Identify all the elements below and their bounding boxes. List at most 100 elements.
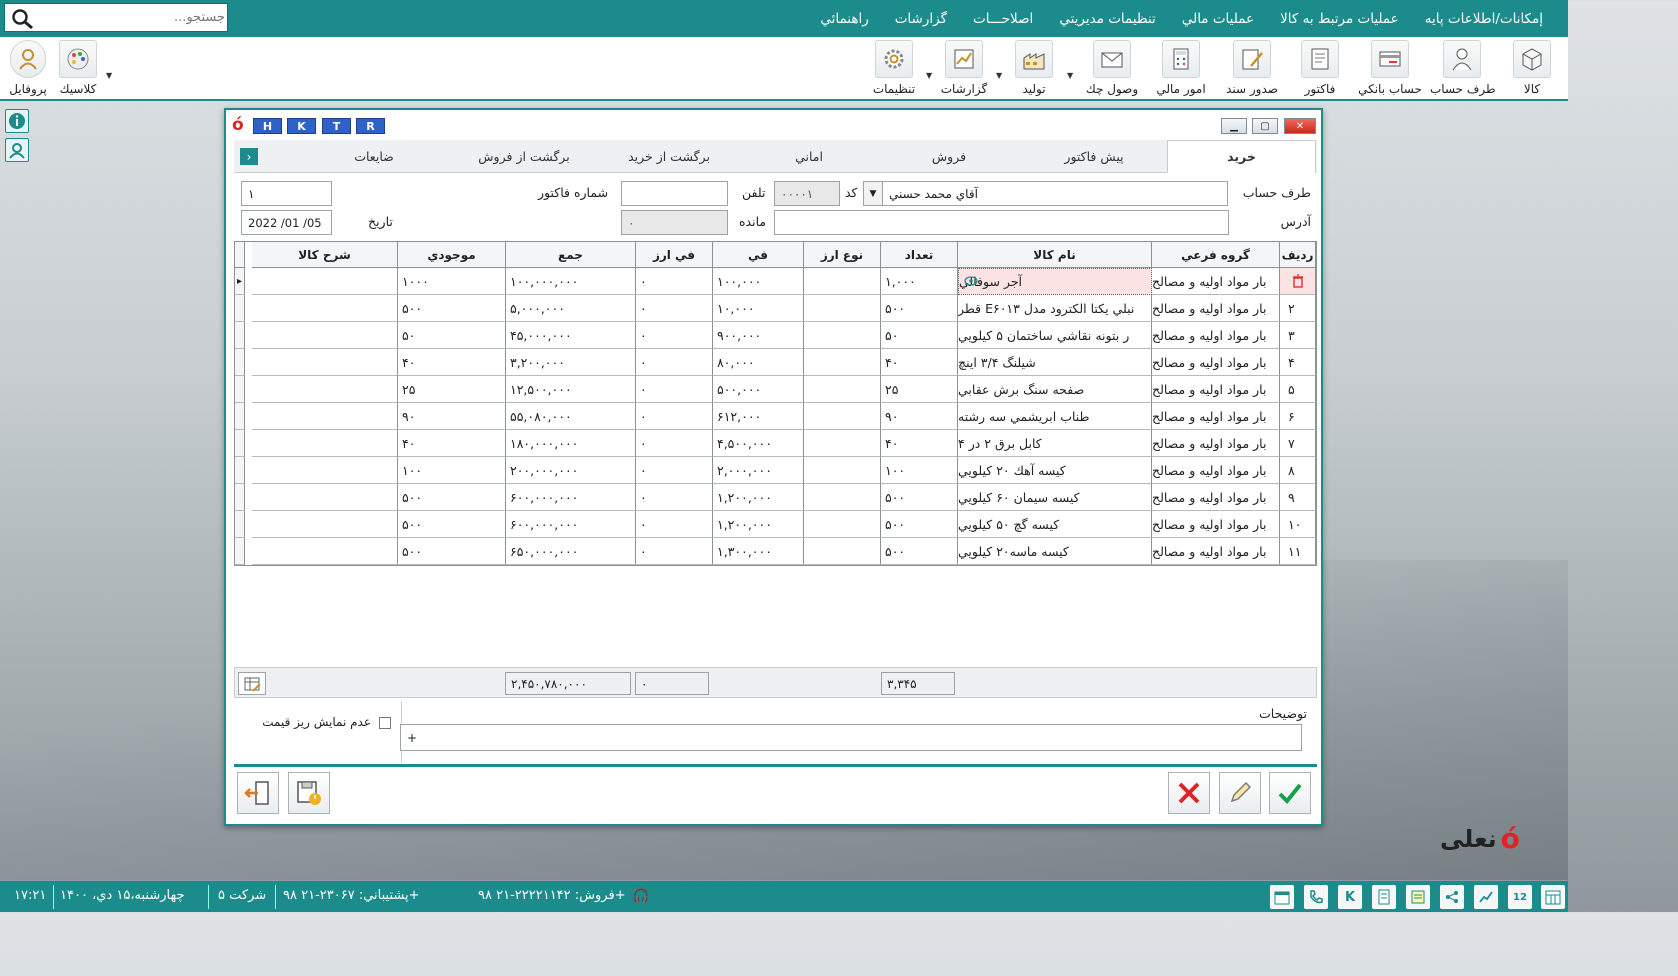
address-field[interactable]	[774, 210, 1229, 235]
cell-desc[interactable]	[252, 403, 398, 430]
menu-basic-info[interactable]: إمكانات/اطلاعات پايه	[1412, 11, 1556, 27]
cell-subgroup[interactable]: بار مواد اوليه و مصالح	[1152, 322, 1280, 349]
tab-sales-return[interactable]: برگشت از فروش	[454, 140, 594, 173]
cell-desc[interactable]	[252, 511, 398, 538]
menu-corrections[interactable]: اصلاحـــات	[960, 11, 1046, 27]
toolbar-account-button[interactable]: طرف حساب	[1430, 40, 1496, 96]
cell-stock[interactable]: ۵۰۰	[398, 295, 506, 322]
calendar-12-icon[interactable]: 12	[1508, 885, 1532, 909]
cell-currency[interactable]	[804, 403, 881, 430]
grid-settings-button[interactable]	[238, 672, 266, 695]
cell-currency[interactable]	[804, 349, 881, 376]
cell-desc[interactable]	[252, 430, 398, 457]
cell-desc[interactable]	[252, 295, 398, 322]
menu-goods-ops[interactable]: عمليات مرتبط به كالا	[1267, 11, 1412, 27]
cell-subgroup[interactable]: بار مواد اوليه و مصالح	[1152, 484, 1280, 511]
row-selector[interactable]	[235, 430, 245, 457]
cell-item-name[interactable]: طناب ابريشمي سه رشته	[958, 403, 1152, 430]
save-draft-button[interactable]	[288, 772, 330, 814]
cell-sum[interactable]: ۳,۲۰۰,۰۰۰	[506, 349, 636, 376]
calculator-icon[interactable]	[1372, 885, 1396, 909]
cell-row[interactable]: ۶	[1280, 403, 1316, 430]
cell-fx-price[interactable]: ۰	[636, 457, 713, 484]
menu-admin-settings[interactable]: تنظيمات مديريتي	[1046, 11, 1169, 27]
cell-row[interactable]: ۸	[1280, 457, 1316, 484]
cell-desc[interactable]	[252, 322, 398, 349]
hotkey-r-button[interactable]: R	[356, 118, 385, 134]
col-stock[interactable]: موجودي	[398, 242, 506, 268]
cell-qty[interactable]: ۴۰	[881, 349, 958, 376]
account-dropdown-button[interactable]: ▼	[863, 181, 883, 206]
cell-item-name[interactable]: كابل برق ۲ در ۴	[958, 430, 1152, 457]
col-row-number[interactable]: رديف	[1280, 242, 1316, 268]
edit-button[interactable]	[1219, 772, 1261, 814]
cell-stock[interactable]: ۹۰	[398, 403, 506, 430]
row-selector[interactable]	[235, 403, 245, 430]
cell-currency[interactable]	[804, 322, 881, 349]
cell-row[interactable]: ۷	[1280, 430, 1316, 457]
chevron-down-icon[interactable]: ▼	[926, 71, 932, 80]
cell-qty[interactable]: ۵۰۰	[881, 511, 958, 538]
cell-stock[interactable]: ۱۰۰۰	[398, 268, 506, 295]
note-icon[interactable]	[1406, 885, 1430, 909]
row-selector[interactable]: ▸	[235, 268, 245, 295]
cell-currency[interactable]	[804, 538, 881, 565]
invoice-number-field[interactable]: ۱	[241, 181, 332, 206]
profile-button[interactable]: پروفايل	[8, 40, 48, 96]
cell-subgroup[interactable]: بار مواد اوليه و مصالح	[1152, 295, 1280, 322]
cell-row[interactable]: ۱۱	[1280, 538, 1316, 565]
cell-sum[interactable]: ۶۰۰,۰۰۰,۰۰۰	[506, 511, 636, 538]
hotkey-k-button[interactable]: K	[287, 118, 316, 134]
info-icon[interactable]	[5, 109, 29, 133]
cell-item-name[interactable]: كيسه سيمان ۶۰ كيلويي	[958, 484, 1152, 511]
menu-help[interactable]: راهنمائي	[807, 11, 881, 27]
cell-item-name[interactable]: نبلي يكتا الكترود مدل E۶۰۱۳ قطر	[958, 295, 1152, 322]
cell-desc[interactable]	[252, 484, 398, 511]
cell-desc[interactable]	[252, 376, 398, 403]
col-item-name[interactable]: نام كالا	[958, 242, 1152, 268]
cell-price[interactable]: ۸۰,۰۰۰	[713, 349, 804, 376]
cell-desc[interactable]	[252, 457, 398, 484]
cell-qty[interactable]: ۵۰۰	[881, 538, 958, 565]
toolbar-bank-button[interactable]: حساب بانكي	[1358, 40, 1422, 96]
cell-fx-price[interactable]: ۰	[636, 322, 713, 349]
col-price[interactable]: في	[713, 242, 804, 268]
cell-stock[interactable]: ۴۰	[398, 349, 506, 376]
row-selector[interactable]	[235, 295, 245, 322]
cell-price[interactable]: ۱,۲۰۰,۰۰۰	[713, 484, 804, 511]
row-selector[interactable]	[235, 349, 245, 376]
cell-fx-price[interactable]: ۰	[636, 349, 713, 376]
cell-item-name[interactable]: صفحه سنگ برش عقابي	[958, 376, 1152, 403]
cell-subgroup[interactable]: بار مواد اوليه و مصالح	[1152, 511, 1280, 538]
cell-desc[interactable]	[252, 268, 398, 295]
row-selector[interactable]	[235, 322, 245, 349]
col-subgroup[interactable]: گروه فرعي	[1152, 242, 1280, 268]
tab-waste[interactable]: ضايعات	[324, 140, 424, 173]
cell-stock[interactable]: ۴۰	[398, 430, 506, 457]
cell-subgroup[interactable]: بار مواد اوليه و مصالح	[1152, 430, 1280, 457]
cell-stock[interactable]: ۵۰	[398, 322, 506, 349]
cell-row[interactable]: ۵	[1280, 376, 1316, 403]
col-fx-price[interactable]: في ارز	[636, 242, 713, 268]
classic-theme-button[interactable]: كلاسيك	[54, 40, 102, 96]
cell-stock[interactable]: ۵۰۰	[398, 511, 506, 538]
toolbar-voucher-button[interactable]: صدور سند	[1220, 40, 1284, 96]
col-quantity[interactable]: تعداد	[881, 242, 958, 268]
tab-consignment[interactable]: اماني	[744, 140, 874, 173]
date-field[interactable]: 2022 /01 /05	[241, 210, 332, 235]
row-selector[interactable]	[235, 484, 245, 511]
cell-stock[interactable]: ۲۵	[398, 376, 506, 403]
cell-item-name[interactable]: شيلنگ ۳/۴ اينچ	[958, 349, 1152, 376]
delete-button[interactable]	[1168, 772, 1210, 814]
cell-row[interactable]: ۹	[1280, 484, 1316, 511]
toolbar-invoice-button[interactable]: فاكتور	[1288, 40, 1352, 96]
cell-subgroup[interactable]: بار مواد اوليه و مصالح	[1152, 538, 1280, 565]
delete-row-icon[interactable]	[1280, 268, 1316, 295]
k-shortcut-icon[interactable]: K	[1338, 885, 1362, 909]
col-currency-type[interactable]: نوع ارز	[804, 242, 881, 268]
hotkey-h-button[interactable]: H	[253, 118, 282, 134]
cell-item-name[interactable]: ر بتونه نقاشي ساختمان ۵ كيلويي	[958, 322, 1152, 349]
cell-currency[interactable]	[804, 376, 881, 403]
toolbar-settings-button[interactable]: تنظيمات	[862, 40, 926, 96]
notes-field[interactable]: +	[400, 724, 1302, 751]
